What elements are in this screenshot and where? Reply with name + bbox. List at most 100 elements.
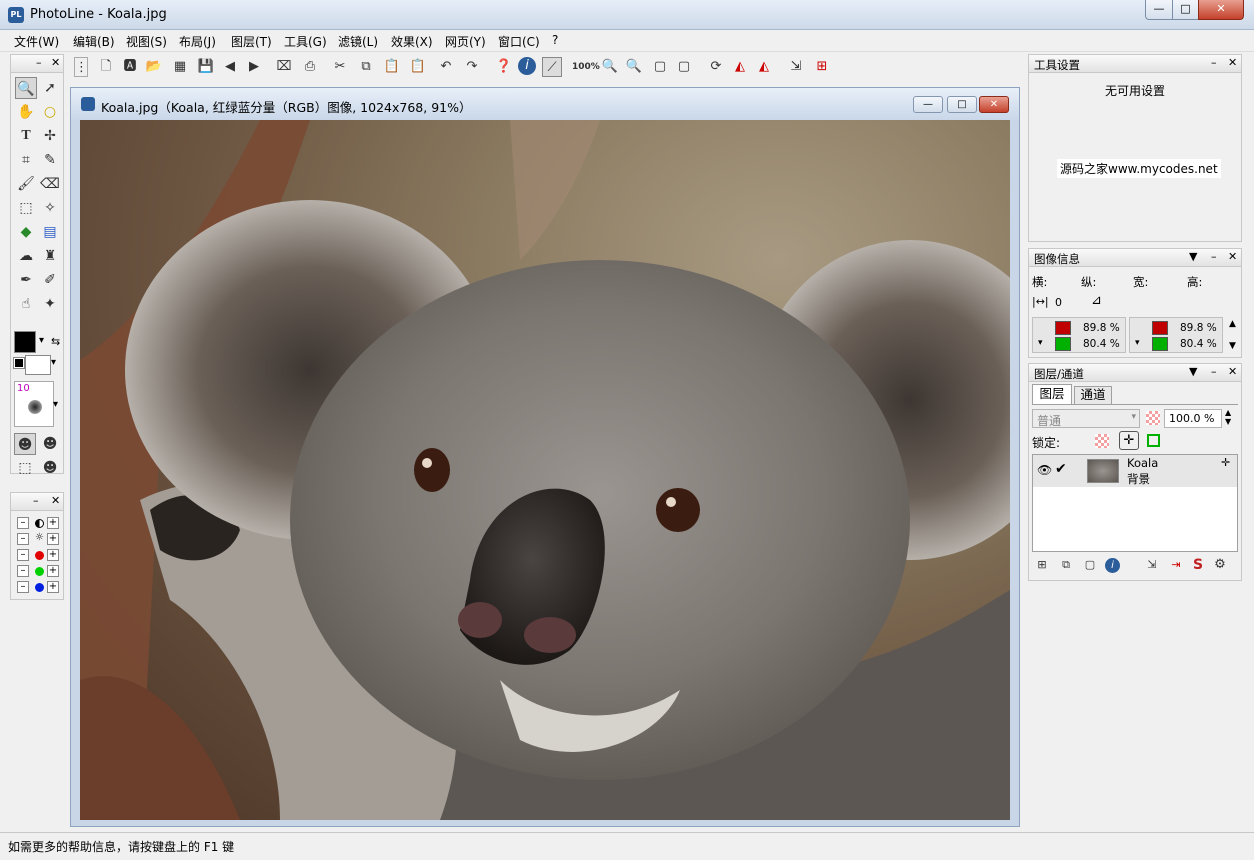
left-readout-dropdown-icon[interactable]: ▾	[1038, 338, 1043, 348]
brightness-plus-button[interactable]: +	[47, 533, 59, 545]
document-minimize-button[interactable]: —	[913, 96, 943, 113]
layers-minimize-icon[interactable]: –	[1211, 365, 1217, 378]
minimize-button[interactable]: —	[1145, 0, 1173, 20]
menu-tools[interactable]: 工具(G)	[284, 33, 327, 50]
layer-mask-icon[interactable]: ▢	[1081, 556, 1099, 574]
contrast-minus-button[interactable]: –	[17, 517, 29, 529]
lock-position-icon[interactable]: ✛	[1119, 431, 1139, 450]
magic-wand-tool-icon[interactable]: ✧	[39, 197, 61, 219]
merge-layer-icon[interactable]: ⇲	[1143, 556, 1161, 574]
eraser-tool-icon[interactable]: ⌫	[39, 173, 61, 195]
forward-icon[interactable]: ▶	[244, 57, 264, 77]
zoom-100-button[interactable]: 100%	[572, 57, 600, 77]
tool-settings-close-icon[interactable]: ✕	[1228, 56, 1237, 69]
opacity-spinner-icon[interactable]: ▲ ▼	[1225, 408, 1231, 426]
fill-tool-icon[interactable]: ◆	[15, 221, 37, 243]
layer-settings-icon[interactable]: ⚙	[1211, 556, 1229, 574]
scroll-up-icon[interactable]: ▲	[1229, 319, 1236, 329]
eyedropper-tool-icon[interactable]: ✎	[39, 149, 61, 171]
back-icon[interactable]: ◀	[220, 57, 240, 77]
gradient-tool-icon[interactable]: ▤	[39, 221, 61, 243]
brush-preview[interactable]: 10	[14, 381, 54, 427]
paste-new-icon[interactable]: 📋	[408, 57, 428, 77]
red-plus-button[interactable]: +	[47, 549, 59, 561]
flip-horizontal-icon[interactable]: ◭	[730, 57, 750, 77]
layer-row[interactable]: 👁 ✔ Koala 背景 ✛	[1033, 455, 1237, 487]
text-tool-icon[interactable]: T	[15, 125, 37, 147]
open-folder-icon[interactable]: 📂	[144, 57, 164, 77]
print-icon[interactable]: ⎙	[300, 57, 320, 77]
tool-settings-minimize-icon[interactable]: –	[1211, 56, 1217, 69]
redo-icon[interactable]: ↷	[462, 57, 482, 77]
color-panel-minimize-icon[interactable]: –	[33, 494, 39, 507]
tab-layers[interactable]: 图层	[1032, 384, 1072, 404]
document-title-bar[interactable]: Koala.jpg（Koala, 红绿蓝分量（RGB）图像, 1024x768,…	[71, 88, 1019, 120]
menu-layer[interactable]: 图层(T)	[231, 33, 272, 50]
menu-file[interactable]: 文件(W)	[14, 33, 59, 50]
zoom-in-icon[interactable]: 🔍	[600, 57, 620, 77]
new-text-icon[interactable]: 🅰	[120, 57, 140, 77]
mask-mode-icon[interactable]: ☻	[14, 433, 36, 455]
selection-mode-icon[interactable]: ⬚	[14, 457, 36, 479]
grid-icon[interactable]: ⊞	[812, 57, 832, 77]
layers-close-icon[interactable]: ✕	[1228, 365, 1237, 378]
new-document-icon[interactable]: 🗋	[96, 57, 116, 77]
scan-icon[interactable]: ⌧	[274, 57, 294, 77]
color-dropdown-icon[interactable]: ▾	[39, 335, 44, 346]
tab-channels[interactable]: 通道	[1074, 386, 1112, 404]
menu-help[interactable]: ?	[552, 33, 558, 47]
menu-edit[interactable]: 编辑(B)	[73, 33, 115, 50]
image-canvas[interactable]	[80, 120, 1010, 820]
crop-tool-icon[interactable]: ⌗	[15, 149, 37, 171]
default-colors-icon[interactable]	[13, 357, 25, 369]
close-button[interactable]: ✕	[1198, 0, 1244, 20]
zoom-out-icon[interactable]: 🔍	[624, 57, 644, 77]
smudge-tool-icon[interactable]: ☁	[15, 245, 37, 267]
undo-icon[interactable]: ↶	[436, 57, 456, 77]
blend-mode-select[interactable]: 普通 ▾	[1032, 409, 1140, 428]
new-layer-icon[interactable]: ⊞	[1033, 556, 1051, 574]
fit-page-icon[interactable]: ▢	[650, 57, 670, 77]
right-readout-dropdown-icon[interactable]: ▾	[1135, 338, 1140, 348]
export-layer-icon[interactable]: ⇥	[1167, 556, 1185, 574]
layer-visibility-icon[interactable]: 👁	[1037, 463, 1052, 477]
image-info-minimize-icon[interactable]: –	[1211, 250, 1217, 263]
blur-tool-icon[interactable]: ✐	[39, 269, 61, 291]
toolbar-grip-icon[interactable]: ⋮	[74, 57, 88, 77]
color-panel-close-icon[interactable]: ✕	[51, 494, 60, 507]
layer-style-icon[interactable]: S	[1189, 556, 1207, 574]
mask-edit-icon[interactable]: ☻	[39, 433, 61, 455]
menu-layout[interactable]: 布局(J)	[179, 33, 216, 50]
green-minus-button[interactable]: –	[17, 565, 29, 577]
foreground-color-swatch[interactable]	[14, 331, 36, 353]
layer-move-icon[interactable]: ✛	[1221, 456, 1230, 469]
red-minus-button[interactable]: –	[17, 549, 29, 561]
menu-web[interactable]: 网页(Y)	[445, 33, 486, 50]
menu-filter[interactable]: 滤镜(L)	[338, 33, 378, 50]
fit-width-icon[interactable]: ▢	[674, 57, 694, 77]
stamp-tool-icon[interactable]: ♜	[39, 245, 61, 267]
copy-icon[interactable]: ⧉	[356, 57, 376, 77]
refresh-icon[interactable]: ⟳	[706, 57, 726, 77]
dodge-tool-icon[interactable]: ☝	[15, 293, 37, 315]
paste-icon[interactable]: 📋	[382, 57, 402, 77]
green-plus-button[interactable]: +	[47, 565, 59, 577]
ellipse-tool-icon[interactable]: ○	[39, 101, 61, 123]
cut-icon[interactable]: ✂	[330, 57, 350, 77]
contrast-plus-button[interactable]: +	[47, 517, 59, 529]
document-maximize-button[interactable]: □	[947, 96, 977, 113]
export-icon[interactable]: ⇲	[786, 57, 806, 77]
layers-menu-icon[interactable]: ▼	[1189, 365, 1197, 378]
layer-checkmark-icon[interactable]: ✔	[1055, 461, 1067, 477]
curve-tool-icon[interactable]: ⟋	[542, 57, 562, 77]
burn-tool-icon[interactable]: ✦	[39, 293, 61, 315]
bg-color-dropdown-icon[interactable]: ▾	[51, 357, 56, 368]
save-icon[interactable]: 💾	[196, 57, 216, 77]
magnifier-tool-icon[interactable]: 🔍	[15, 77, 37, 99]
brightness-minus-button[interactable]: –	[17, 533, 29, 545]
menu-window[interactable]: 窗口(C)	[498, 33, 540, 50]
duplicate-layer-icon[interactable]: ⧉	[1057, 556, 1075, 574]
menu-effects[interactable]: 效果(X)	[391, 33, 433, 50]
brush-dropdown-icon[interactable]: ▾	[53, 399, 58, 410]
swap-colors-icon[interactable]: ⇆	[51, 335, 60, 348]
